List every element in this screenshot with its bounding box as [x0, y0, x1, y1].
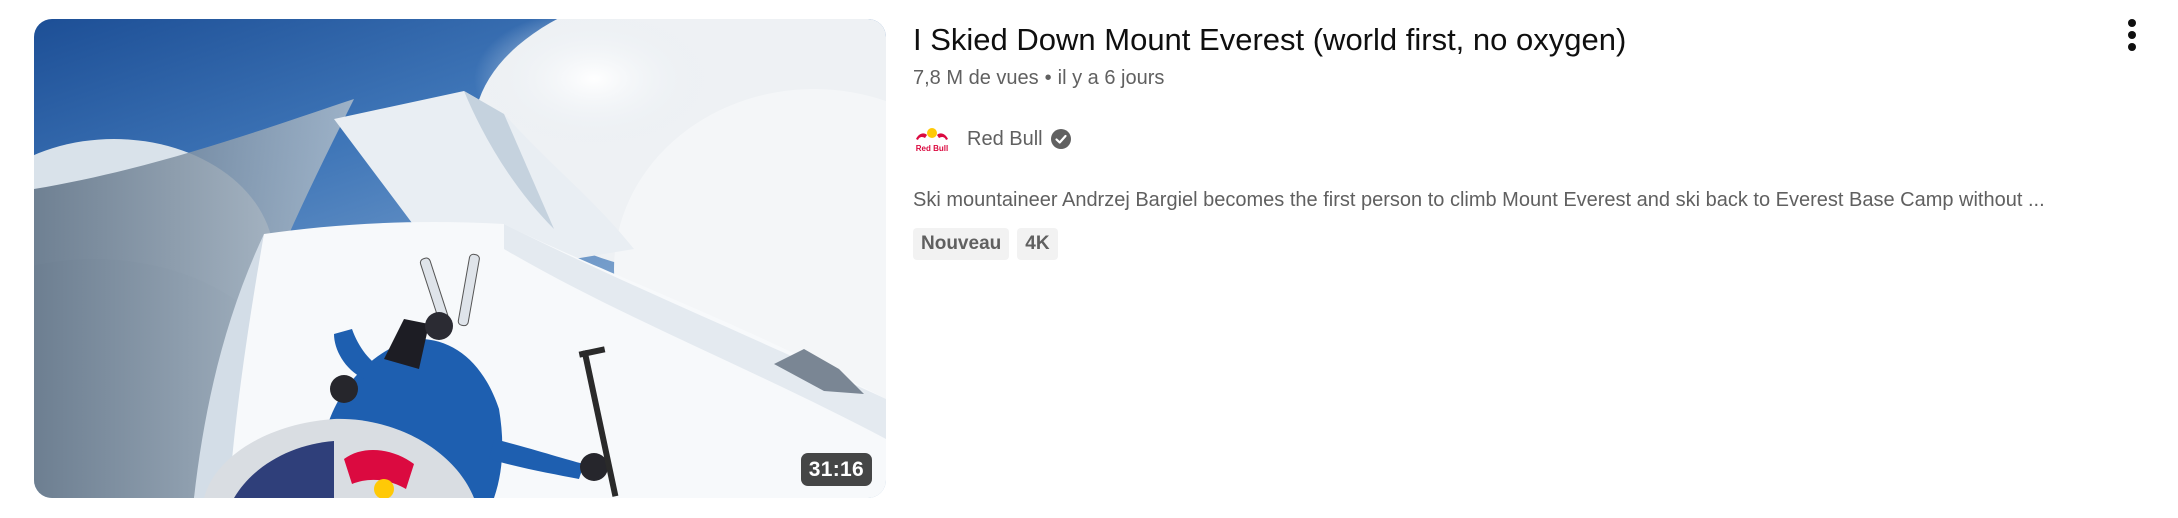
channel-info[interactable]: Red Bull Red Bull — [913, 121, 2093, 157]
skier-on-everest-ridge-image — [34, 19, 886, 498]
avatar-text: Red Bull — [916, 144, 948, 153]
video-details: I Skied Down Mount Everest (world first,… — [913, 20, 2093, 260]
upload-age: il y a 6 jours — [1057, 67, 1165, 89]
video-title[interactable]: I Skied Down Mount Everest (world first,… — [913, 20, 2093, 60]
channel-name[interactable]: Red Bull — [967, 126, 1043, 152]
video-result: 31:16 I Skied Down Mount Everest (world … — [0, 0, 2178, 518]
channel-avatar[interactable]: Red Bull — [913, 121, 951, 157]
view-count: 7,8 M de vues — [913, 67, 1039, 89]
more-actions-button[interactable] — [2114, 15, 2150, 55]
badge-new: Nouveau — [913, 228, 1010, 260]
video-duration: 31:16 — [800, 453, 872, 486]
verified-check-icon — [1050, 128, 1072, 150]
badge-list: Nouveau 4K — [913, 228, 2093, 260]
more-vertical-icon — [2128, 19, 2136, 51]
meta-separator: • — [1044, 67, 1052, 89]
video-metadata: 7,8 M de vues • il y a 6 jours — [913, 65, 2093, 91]
red-bull-logo-icon: Red Bull — [916, 128, 948, 153]
video-thumbnail[interactable]: 31:16 — [34, 19, 886, 498]
video-description: Ski mountaineer Andrzej Bargiel becomes … — [913, 189, 2045, 211]
badge-4k: 4K — [1017, 228, 1058, 260]
